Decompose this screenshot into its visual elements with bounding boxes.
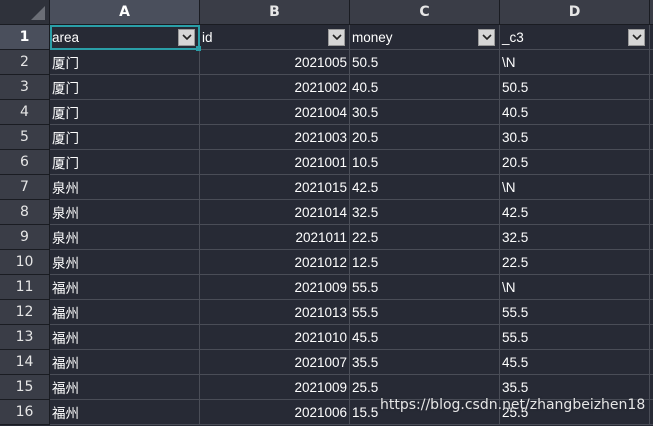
header-cell-label: id [202, 29, 213, 45]
cell-money[interactable]: 50.5 [350, 50, 500, 75]
cell-c3[interactable]: 45.5 [500, 350, 650, 375]
row-header[interactable]: 12 [0, 300, 50, 325]
cell-area[interactable]: 厦门 [50, 100, 200, 125]
watermark: https://blog.csdn.net/zhangbeizhen18 [380, 397, 646, 413]
cell-area[interactable]: 福州 [50, 350, 200, 375]
cell-money[interactable]: 32.5 [350, 200, 500, 225]
header-cell-label: money [352, 29, 393, 45]
cell-id[interactable]: 2021006 [200, 400, 350, 425]
cell-c3[interactable]: \N [500, 275, 650, 300]
row-header[interactable]: 9 [0, 225, 50, 250]
cell-c3[interactable]: 55.5 [500, 300, 650, 325]
filter-dropdown-button[interactable] [328, 28, 345, 46]
column-header-b[interactable]: B [200, 0, 350, 25]
cell-area[interactable]: 泉州 [50, 200, 200, 225]
column-header-a[interactable]: A [50, 0, 200, 25]
column-header-c[interactable]: C [350, 0, 500, 25]
cell-id[interactable]: 2021013 [200, 300, 350, 325]
header-cell-id[interactable]: id [200, 25, 350, 50]
cell-id[interactable]: 2021002 [200, 75, 350, 100]
cell-c3[interactable]: 40.5 [500, 100, 650, 125]
cell-c3[interactable]: 32.5 [500, 225, 650, 250]
header-cell-label: area [52, 29, 80, 45]
header-cell-label: _c3 [502, 29, 524, 45]
row-header[interactable]: 7 [0, 175, 50, 200]
cell-area[interactable]: 福州 [50, 300, 200, 325]
filter-dropdown-button[interactable] [628, 28, 645, 46]
filter-dropdown-button[interactable] [178, 28, 195, 46]
select-all-button[interactable] [0, 0, 50, 25]
cell-area[interactable]: 厦门 [50, 150, 200, 175]
filter-dropdown-icon [481, 34, 492, 40]
cell-money[interactable]: 20.5 [350, 125, 500, 150]
row-header[interactable]: 4 [0, 100, 50, 125]
cell-area[interactable]: 福州 [50, 275, 200, 300]
cell-id[interactable]: 2021010 [200, 325, 350, 350]
cell-area[interactable]: 福州 [50, 375, 200, 400]
cell-money[interactable]: 40.5 [350, 75, 500, 100]
cell-c3[interactable]: 42.5 [500, 200, 650, 225]
row-header[interactable]: 16 [0, 400, 50, 425]
cell-c3[interactable]: 22.5 [500, 250, 650, 275]
sheet-grid: A B C D 1 area id money _c3 2 厦门 2021005… [0, 0, 653, 425]
cell-id[interactable]: 2021009 [200, 375, 350, 400]
row-header[interactable]: 11 [0, 275, 50, 300]
row-header[interactable]: 8 [0, 200, 50, 225]
cell-money[interactable]: 10.5 [350, 150, 500, 175]
cell-id[interactable]: 2021015 [200, 175, 350, 200]
filter-dropdown-icon [331, 34, 342, 40]
cell-c3[interactable]: \N [500, 50, 650, 75]
column-header-d[interactable]: D [500, 0, 650, 25]
row-header[interactable]: 15 [0, 375, 50, 400]
cell-area[interactable]: 泉州 [50, 250, 200, 275]
header-cell-c3[interactable]: _c3 [500, 25, 650, 50]
row-header[interactable]: 3 [0, 75, 50, 100]
filter-dropdown-button[interactable] [478, 28, 495, 46]
cell-id[interactable]: 2021005 [200, 50, 350, 75]
cell-area[interactable]: 泉州 [50, 175, 200, 200]
cell-id[interactable]: 2021011 [200, 225, 350, 250]
cell-money[interactable]: 55.5 [350, 300, 500, 325]
cell-money[interactable]: 30.5 [350, 100, 500, 125]
spreadsheet: A B C D 1 area id money _c3 2 厦门 2021005… [0, 0, 653, 426]
row-header[interactable]: 5 [0, 125, 50, 150]
filter-dropdown-icon [631, 34, 642, 40]
row-header[interactable]: 6 [0, 150, 50, 175]
row-header[interactable]: 14 [0, 350, 50, 375]
cell-id[interactable]: 2021003 [200, 125, 350, 150]
cell-money[interactable]: 45.5 [350, 325, 500, 350]
cell-money[interactable]: 35.5 [350, 350, 500, 375]
cell-area[interactable]: 厦门 [50, 125, 200, 150]
cell-money[interactable]: 22.5 [350, 225, 500, 250]
header-cell-area[interactable]: area [50, 25, 200, 50]
row-header[interactable]: 13 [0, 325, 50, 350]
cell-area[interactable]: 泉州 [50, 225, 200, 250]
cell-id[interactable]: 2021004 [200, 100, 350, 125]
cell-id[interactable]: 2021012 [200, 250, 350, 275]
select-all-icon [31, 6, 45, 20]
filter-dropdown-icon [181, 34, 192, 40]
cell-id[interactable]: 2021007 [200, 350, 350, 375]
cell-area[interactable]: 福州 [50, 325, 200, 350]
row-header[interactable]: 1 [0, 25, 50, 50]
cell-c3[interactable]: 20.5 [500, 150, 650, 175]
cell-money[interactable]: 12.5 [350, 250, 500, 275]
cell-c3[interactable]: 55.5 [500, 325, 650, 350]
cell-area[interactable]: 福州 [50, 400, 200, 425]
row-header[interactable]: 2 [0, 50, 50, 75]
cell-area[interactable]: 厦门 [50, 50, 200, 75]
fill-handle[interactable] [196, 46, 201, 51]
cell-area[interactable]: 厦门 [50, 75, 200, 100]
cell-c3[interactable]: \N [500, 175, 650, 200]
cell-c3[interactable]: 50.5 [500, 75, 650, 100]
cell-id[interactable]: 2021009 [200, 275, 350, 300]
row-header[interactable]: 10 [0, 250, 50, 275]
cell-id[interactable]: 2021001 [200, 150, 350, 175]
cell-money[interactable]: 55.5 [350, 275, 500, 300]
cell-c3[interactable]: 30.5 [500, 125, 650, 150]
cell-id[interactable]: 2021014 [200, 200, 350, 225]
cell-money[interactable]: 42.5 [350, 175, 500, 200]
header-cell-money[interactable]: money [350, 25, 500, 50]
